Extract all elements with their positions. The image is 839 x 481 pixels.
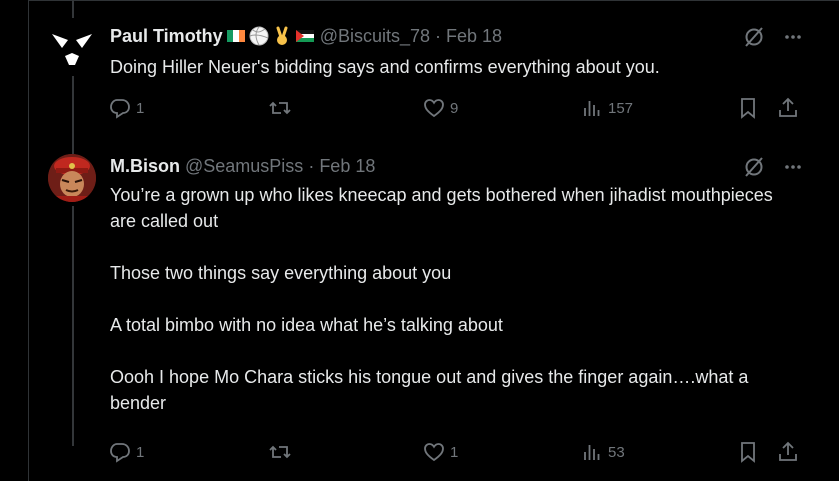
volleyball-icon (249, 26, 269, 46)
more-icon[interactable] (783, 27, 803, 47)
like-button[interactable]: 1 (422, 440, 458, 464)
like-button[interactable]: 9 (422, 96, 458, 120)
separator: · (435, 25, 442, 46)
avatar[interactable] (48, 154, 96, 202)
heart-icon (424, 443, 444, 462)
bookmark-icon (741, 442, 755, 463)
bookmark-button[interactable] (736, 96, 760, 120)
reply-button[interactable]: 1 (108, 96, 144, 120)
tweet-top-icons (743, 156, 803, 178)
retweet-icon (269, 445, 291, 459)
separator: · (308, 155, 315, 176)
share-button[interactable] (776, 440, 800, 464)
tweet-text: Doing Hiller Neuer's bidding says and co… (110, 57, 660, 77)
heart-icon (424, 99, 444, 118)
reply-icon (110, 443, 130, 463)
palestine-flag-icon (295, 26, 315, 46)
user-handle[interactable]: @Biscuits_78 (320, 26, 430, 47)
display-name[interactable]: M.Bison (110, 156, 180, 177)
tweet-date[interactable]: Feb 18 (319, 156, 375, 177)
reply-count: 1 (136, 443, 145, 461)
like-count: 9 (450, 99, 459, 117)
share-button[interactable] (776, 96, 800, 120)
tweet-actions: 1 1 53 (108, 440, 803, 464)
display-name[interactable]: Paul Timothy (110, 26, 223, 47)
tweet-header: M.Bison @SeamusPiss · Feb 18 (110, 154, 375, 178)
tweet-text: You’re a grown up who likes kneecap and … (110, 185, 773, 413)
views-icon (584, 101, 600, 116)
view-count: 53 (608, 443, 625, 461)
tweet-header: Paul Timothy @Biscuits_78 · Feb 18 (110, 24, 502, 48)
user-handle[interactable]: @SeamusPiss (185, 156, 303, 177)
retweet-button[interactable] (268, 96, 296, 120)
retweet-icon (269, 101, 291, 115)
tweet-actions: 1 9 157 (108, 96, 803, 120)
bookmark-icon (741, 98, 755, 119)
victory-hand-icon (272, 26, 292, 46)
share-icon (779, 97, 797, 117)
grok-icon[interactable] (743, 156, 765, 178)
reply-count: 1 (136, 99, 145, 117)
view-count: 157 (608, 99, 634, 117)
avatar[interactable] (48, 22, 96, 70)
tweet-m-bison[interactable]: M.Bison @SeamusPiss · Feb 18 You’re a gr… (0, 140, 839, 481)
grok-icon[interactable] (743, 26, 765, 48)
reply-icon (110, 99, 130, 119)
retweet-button[interactable] (268, 440, 296, 464)
share-icon (779, 441, 797, 461)
bookmark-button[interactable] (736, 440, 760, 464)
tweet-date[interactable]: Feb 18 (446, 26, 502, 47)
views-icon (584, 445, 600, 460)
views-button[interactable]: 53 (580, 440, 625, 464)
tweet-top-icons (743, 26, 803, 48)
more-icon[interactable] (783, 157, 803, 177)
ireland-flag-icon (226, 26, 246, 46)
tweet-paul-timothy[interactable]: Paul Timothy @Biscuits_78 · Feb 18 Doing… (0, 0, 839, 140)
views-button[interactable]: 157 (580, 96, 633, 120)
like-count: 1 (450, 443, 459, 461)
reply-button[interactable]: 1 (108, 440, 144, 464)
